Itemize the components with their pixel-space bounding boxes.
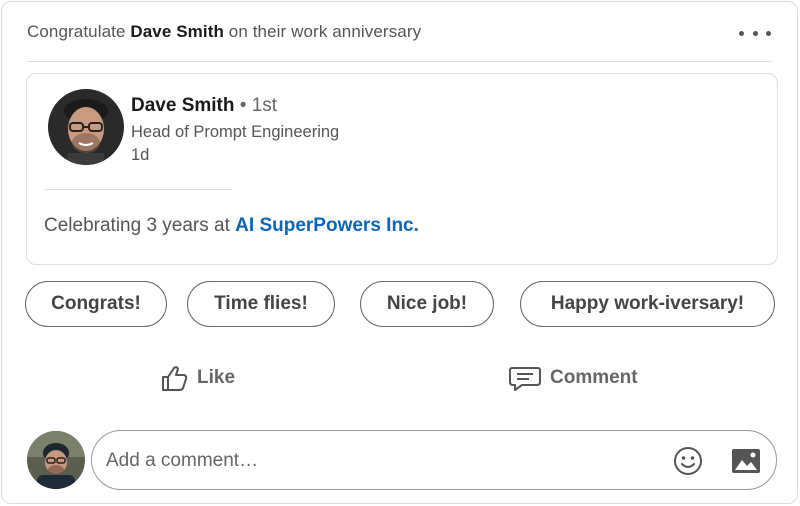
- chip-nice-job[interactable]: Nice job!: [360, 281, 494, 327]
- chip-happy-workiversary[interactable]: Happy work-iversary!: [520, 281, 775, 327]
- connection-degree: • 1st: [239, 95, 278, 116]
- card-header: Congratulate Dave Smith on their work an…: [27, 22, 772, 44]
- header-prefix: Congratulate: [27, 22, 126, 41]
- comment-label: Comment: [550, 367, 638, 388]
- chip-congrats[interactable]: Congrats!: [25, 281, 167, 327]
- header-name[interactable]: Dave Smith: [130, 22, 224, 41]
- celebration-text: Celebrating 3 years at AI SuperPowers In…: [44, 215, 419, 237]
- thumbs-up-icon: [162, 366, 188, 391]
- more-options-icon[interactable]: [739, 22, 771, 44]
- profile-divider: [44, 189, 232, 190]
- profile-headline: Head of Prompt Engineering: [131, 123, 340, 141]
- company-link[interactable]: AI SuperPowers Inc.: [235, 215, 419, 236]
- post-time: 1d: [131, 146, 150, 164]
- header-suffix: on their work anniversary: [228, 22, 422, 41]
- comment-input[interactable]: [106, 447, 646, 475]
- profile-name[interactable]: Dave Smith: [131, 95, 234, 116]
- comment-box[interactable]: [91, 430, 777, 490]
- chip-time-flies[interactable]: Time flies!: [187, 281, 335, 327]
- profile-name-line: Dave Smith • 1st: [131, 95, 277, 117]
- like-label: Like: [197, 367, 236, 388]
- image-icon[interactable]: [730, 446, 762, 476]
- anniversary-card: Congratulate Dave Smith on their work an…: [1, 1, 798, 504]
- like-button[interactable]: Like: [159, 360, 235, 396]
- celebration-prefix: Celebrating 3 years at: [44, 215, 230, 236]
- profile-card[interactable]: Dave Smith • 1st Head of Prompt Engineer…: [26, 73, 778, 265]
- comment-icon: [509, 367, 541, 391]
- comment-button[interactable]: Comment: [508, 360, 638, 396]
- emoji-icon[interactable]: [672, 445, 704, 477]
- profile-avatar[interactable]: [48, 89, 124, 165]
- my-avatar[interactable]: [27, 431, 85, 489]
- header-divider: [27, 61, 772, 62]
